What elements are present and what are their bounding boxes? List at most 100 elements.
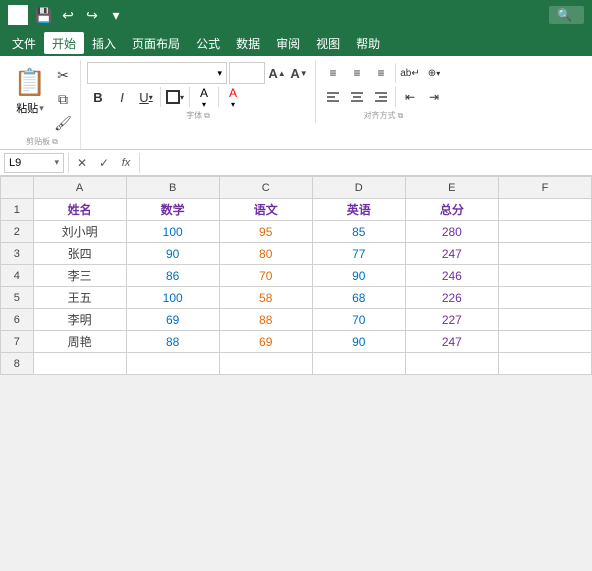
col-header-F[interactable]: F <box>498 177 591 199</box>
cell-4-C[interactable]: 70 <box>219 265 312 287</box>
cell-8-B[interactable] <box>126 353 219 375</box>
cell-7-B[interactable]: 88 <box>126 331 219 353</box>
bold-button[interactable]: B <box>87 86 109 108</box>
cell-7-A[interactable]: 周艳 <box>33 331 126 353</box>
align-top-left-button[interactable]: ≡ <box>322 62 344 84</box>
font-color-button[interactable]: A ▾ <box>222 86 244 108</box>
cell-5-A[interactable]: 王五 <box>33 287 126 309</box>
cell-4-B[interactable]: 86 <box>126 265 219 287</box>
merge-center-button[interactable]: ⊕▾ <box>423 62 445 84</box>
cell-2-C[interactable]: 95 <box>219 221 312 243</box>
row-header-7[interactable]: 7 <box>1 331 34 353</box>
cell-3-F[interactable] <box>498 243 591 265</box>
menu-formula[interactable]: 公式 <box>188 32 228 54</box>
align-top-right-button[interactable]: ≡ <box>370 62 392 84</box>
font-size-input[interactable] <box>229 62 265 84</box>
wrap-text-button[interactable]: ab↵ <box>399 62 421 84</box>
col-header-D[interactable]: D <box>312 177 405 199</box>
cell-6-B[interactable]: 69 <box>126 309 219 331</box>
fill-color-button[interactable]: A ▾ <box>193 86 215 108</box>
cell-8-E[interactable] <box>405 353 498 375</box>
font-shrink-button[interactable]: A▼ <box>289 62 309 84</box>
cell-4-D[interactable]: 90 <box>312 265 405 287</box>
decrease-indent-button[interactable]: ⇤ <box>399 86 421 108</box>
cell-1-F[interactable] <box>498 199 591 221</box>
cell-8-F[interactable] <box>498 353 591 375</box>
row-header-2[interactable]: 2 <box>1 221 34 243</box>
cell-6-E[interactable]: 227 <box>405 309 498 331</box>
search-box[interactable]: 🔍 <box>549 6 584 24</box>
menu-data[interactable]: 数据 <box>228 32 268 54</box>
menu-home[interactable]: 开始 <box>44 32 84 54</box>
open-icon[interactable]: ▾ <box>106 5 126 25</box>
cell-2-D[interactable]: 85 <box>312 221 405 243</box>
cell-6-F[interactable] <box>498 309 591 331</box>
row-header-8[interactable]: 8 <box>1 353 34 375</box>
border-button[interactable]: ▾ <box>164 86 186 108</box>
col-header-E[interactable]: E <box>405 177 498 199</box>
cell-1-A[interactable]: 姓名 <box>33 199 126 221</box>
cell-4-A[interactable]: 李三 <box>33 265 126 287</box>
cell-4-E[interactable]: 246 <box>405 265 498 287</box>
cell-2-E[interactable]: 280 <box>405 221 498 243</box>
cell-1-E[interactable]: 总分 <box>405 199 498 221</box>
save-icon[interactable]: 💾 <box>34 5 54 25</box>
cell-1-C[interactable]: 语文 <box>219 199 312 221</box>
cell-5-F[interactable] <box>498 287 591 309</box>
cell-5-B[interactable]: 100 <box>126 287 219 309</box>
italic-button[interactable]: I <box>111 86 133 108</box>
cell-7-E[interactable]: 247 <box>405 331 498 353</box>
cell-6-C[interactable]: 88 <box>219 309 312 331</box>
menu-file[interactable]: 文件 <box>4 32 44 54</box>
cell-7-C[interactable]: 69 <box>219 331 312 353</box>
undo-icon[interactable]: ↩ <box>58 5 78 25</box>
align-left-button[interactable] <box>322 86 344 108</box>
copy-button[interactable]: ⧉ <box>52 88 74 110</box>
name-box[interactable]: L9 ▾ <box>4 153 64 173</box>
cell-2-A[interactable]: 刘小明 <box>33 221 126 243</box>
row-header-1[interactable]: 1 <box>1 199 34 221</box>
cancel-formula-button[interactable]: ✕ <box>73 154 91 172</box>
row-header-6[interactable]: 6 <box>1 309 34 331</box>
cell-5-C[interactable]: 58 <box>219 287 312 309</box>
row-header-5[interactable]: 5 <box>1 287 34 309</box>
cut-button[interactable]: ✂ <box>52 64 74 86</box>
cell-3-D[interactable]: 77 <box>312 243 405 265</box>
menu-view[interactable]: 视图 <box>308 32 348 54</box>
cell-1-D[interactable]: 英语 <box>312 199 405 221</box>
cell-7-F[interactable] <box>498 331 591 353</box>
row-header-3[interactable]: 3 <box>1 243 34 265</box>
cell-6-A[interactable]: 李明 <box>33 309 126 331</box>
cell-3-E[interactable]: 247 <box>405 243 498 265</box>
increase-indent-button[interactable]: ⇥ <box>423 86 445 108</box>
clipboard-expand-icon[interactable]: ⧉ <box>52 137 58 147</box>
cell-8-A[interactable] <box>33 353 126 375</box>
cell-3-A[interactable]: 张四 <box>33 243 126 265</box>
cell-4-F[interactable] <box>498 265 591 287</box>
align-center-button[interactable] <box>346 86 368 108</box>
confirm-formula-button[interactable]: ✓ <box>95 154 113 172</box>
formula-input[interactable] <box>144 153 588 173</box>
insert-function-button[interactable]: fx <box>117 154 135 172</box>
menu-insert[interactable]: 插入 <box>84 32 124 54</box>
col-header-B[interactable]: B <box>126 177 219 199</box>
cell-5-E[interactable]: 226 <box>405 287 498 309</box>
cell-3-B[interactable]: 90 <box>126 243 219 265</box>
menu-page-layout[interactable]: 页面布局 <box>124 32 188 54</box>
cell-2-B[interactable]: 100 <box>126 221 219 243</box>
font-grow-button[interactable]: A▲ <box>267 62 287 84</box>
font-expand-icon[interactable]: ⧉ <box>204 111 210 121</box>
cell-8-C[interactable] <box>219 353 312 375</box>
alignment-expand-icon[interactable]: ⧉ <box>398 111 404 121</box>
underline-button[interactable]: U▾ <box>135 86 157 108</box>
cell-3-C[interactable]: 80 <box>219 243 312 265</box>
cell-7-D[interactable]: 90 <box>312 331 405 353</box>
cell-5-D[interactable]: 68 <box>312 287 405 309</box>
cell-8-D[interactable] <box>312 353 405 375</box>
row-header-4[interactable]: 4 <box>1 265 34 287</box>
col-header-A[interactable]: A <box>33 177 126 199</box>
col-header-C[interactable]: C <box>219 177 312 199</box>
cell-2-F[interactable] <box>498 221 591 243</box>
cell-6-D[interactable]: 70 <box>312 309 405 331</box>
menu-help[interactable]: 帮助 <box>348 32 388 54</box>
